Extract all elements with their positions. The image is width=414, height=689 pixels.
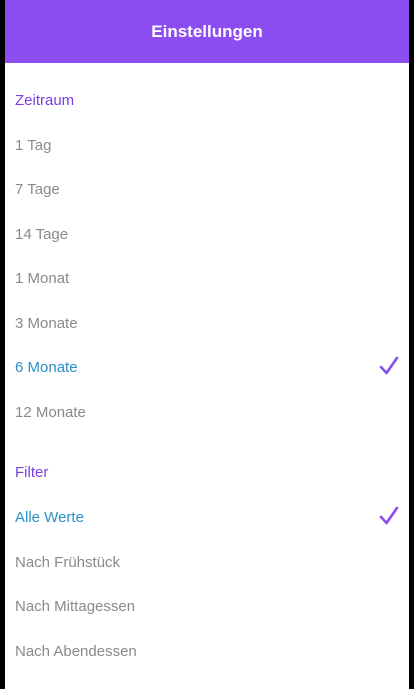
section-title-filter: Filter [15,464,49,481]
option-7-tage[interactable]: 7 Tage [5,169,409,209]
option-label: Nach Abendessen [15,642,137,660]
option-nach-abendessen[interactable]: Nach Abendessen [5,631,409,671]
option-label: 1 Monat [15,269,70,287]
option-6-monate[interactable]: 6 Monate [5,347,409,387]
option-nach-mittagessen[interactable]: Nach Mittagessen [5,586,409,626]
option-label: Alle Werte [15,508,84,526]
option-label: 12 Monate [15,403,86,421]
option-label: 7 Tage [15,180,60,198]
option-label: 6 Monate [15,358,78,376]
option-12-monate[interactable]: 12 Monate [5,392,409,432]
option-label: Nach Frühstück [15,553,121,571]
option-3-monate[interactable]: 3 Monate [5,303,409,343]
section-title-zeitraum: Zeitraum [15,92,75,109]
option-alle-werte[interactable]: Alle Werte [5,497,409,537]
option-1-monat[interactable]: 1 Monat [5,258,409,298]
app-header: Einstellungen [5,0,409,63]
option-label: 1 Tag [15,136,52,154]
option-14-tage[interactable]: 14 Tage [5,214,409,254]
option-label: Nach Mittagessen [15,597,136,615]
option-nach-fruehstueck[interactable]: Nach Frühstück [5,542,409,582]
checkmark-icon [379,506,399,525]
option-label: 14 Tage [15,225,69,243]
option-label: 3 Monate [15,314,78,332]
option-1-tag[interactable]: 1 Tag [5,125,409,165]
page-title: Einstellungen [151,21,263,41]
checkmark-icon [379,356,399,375]
settings-screen: Einstellungen Zeitraum 1 Tag 7 Tage 14 T… [5,0,409,689]
